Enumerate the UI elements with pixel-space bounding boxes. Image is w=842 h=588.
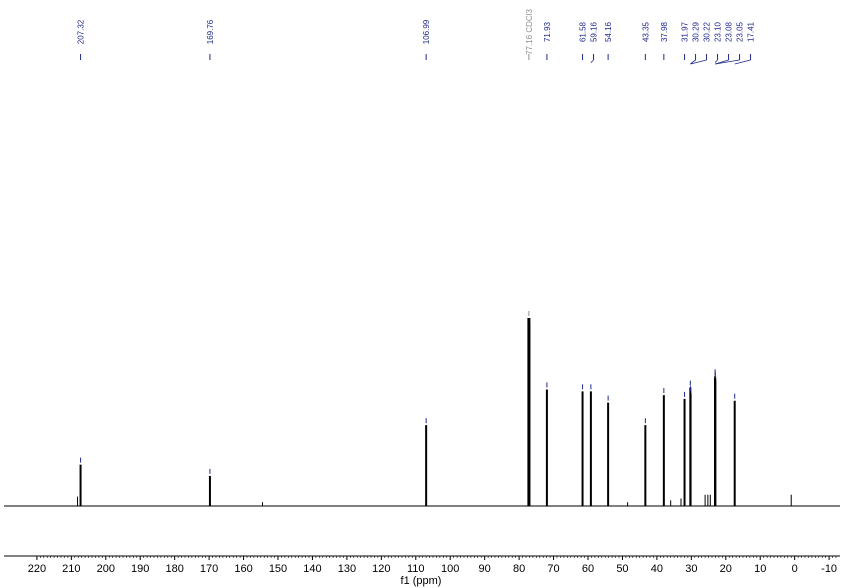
peak-label: 71.93 bbox=[543, 21, 552, 42]
peak-label-connector bbox=[714, 59, 718, 63]
x-tick-label: 150 bbox=[269, 563, 287, 575]
peak-label: 207.32 bbox=[77, 19, 86, 44]
x-tick-label: 160 bbox=[234, 563, 252, 575]
x-tick-label: 60 bbox=[582, 563, 594, 575]
x-tick-label: 70 bbox=[547, 563, 559, 575]
x-tick-label: 220 bbox=[28, 563, 46, 575]
x-tick-label: 50 bbox=[616, 563, 628, 575]
x-tick-label: 20 bbox=[720, 563, 732, 575]
peak-label: 31.97 bbox=[681, 21, 690, 42]
peak-label: 77.16 CDCl3 bbox=[525, 9, 534, 55]
x-tick-label: 110 bbox=[407, 563, 425, 575]
x-tick-label: 0 bbox=[792, 563, 798, 575]
peak-label: 17.41 bbox=[747, 21, 756, 42]
peak-label: 61.58 bbox=[579, 21, 588, 42]
x-tick-label: -10 bbox=[821, 563, 837, 575]
x-tick-label: 40 bbox=[651, 563, 663, 575]
x-axis-label: f1 (ppm) bbox=[401, 575, 442, 587]
x-tick-label: 90 bbox=[479, 563, 491, 575]
peak-label: 23.08 bbox=[725, 21, 734, 42]
x-tick-label: 130 bbox=[338, 563, 356, 575]
x-tick-label: 180 bbox=[165, 563, 183, 575]
peak-label-group: 207.32 169.76 106.99 77.16 CDCl3 71.93 61.58 5… bbox=[77, 9, 756, 65]
peak-label: 23.10 bbox=[714, 21, 723, 42]
x-tick-label: 120 bbox=[372, 563, 390, 575]
x-tick-label: 140 bbox=[303, 563, 321, 575]
peak-label: 106.99 bbox=[422, 19, 431, 44]
peak-lines bbox=[79, 311, 736, 506]
peak-label: 23.05 bbox=[736, 21, 745, 42]
nmr-spectrum-chart: 207.32 169.76 106.99 77.16 CDCl3 71.93 61.58 5… bbox=[4, 9, 840, 587]
x-tick-label: 100 bbox=[441, 563, 459, 575]
x-tick-label: 80 bbox=[513, 563, 525, 575]
peak-label-connector bbox=[590, 59, 594, 63]
x-tick-label: 190 bbox=[131, 563, 149, 575]
x-tick-label: 170 bbox=[200, 563, 218, 575]
x-tick-label: 10 bbox=[754, 563, 766, 575]
peak-label: 30.22 bbox=[703, 21, 712, 42]
peak-label: 59.16 bbox=[590, 21, 599, 42]
peak-label: 169.76 bbox=[206, 19, 215, 44]
peak-label: 54.16 bbox=[604, 21, 613, 42]
peak-label: 43.35 bbox=[641, 21, 650, 42]
x-tick-label: 30 bbox=[685, 563, 697, 575]
peak-label: 37.98 bbox=[660, 21, 669, 42]
x-tick-label: 200 bbox=[97, 563, 115, 575]
x-tick-label: 210 bbox=[62, 563, 80, 575]
peak-label: 30.29 bbox=[692, 21, 701, 42]
x-axis-ticks: 220 210 200 190 180 170 160 150 140 130 120 110 100 9… bbox=[28, 556, 837, 575]
